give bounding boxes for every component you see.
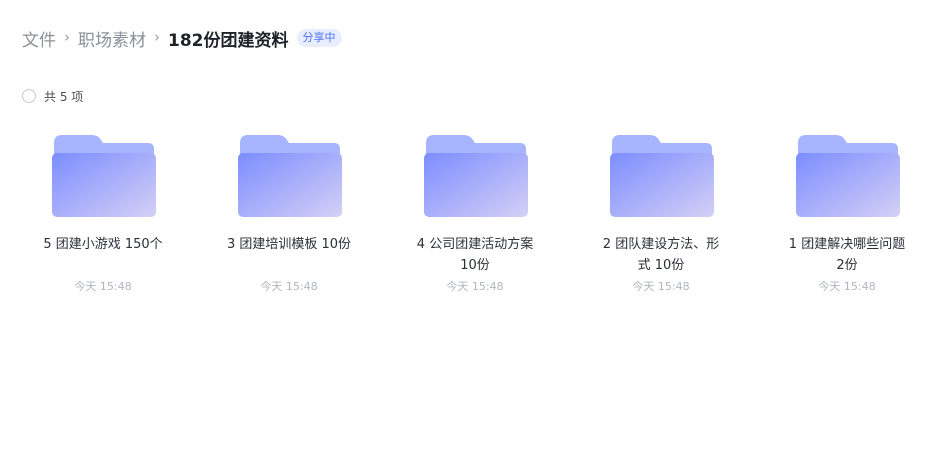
breadcrumb-separator: › (154, 28, 160, 46)
item-count-row: 共 5 项 (22, 87, 83, 105)
folder-icon (238, 133, 342, 219)
folder-name[interactable]: 1 团建解决哪些问题 2份 (784, 234, 910, 276)
folder-modified-time: 今天 15:48 (446, 280, 504, 293)
folder-item[interactable]: 1 团建解决哪些问题 2份 今天 15:48 (754, 132, 940, 302)
breadcrumb: 文件 › 职场素材 › 182份团建资料 分享中 (22, 24, 342, 52)
share-status-badge[interactable]: 分享中 (296, 29, 342, 47)
folder-modified-time: 今天 15:48 (818, 280, 876, 293)
breadcrumb-item-workplace-materials[interactable]: 职场素材 (78, 26, 146, 51)
folder-modified-time: 今天 15:48 (632, 280, 690, 293)
folder-name[interactable]: 3 团建培训模板 10份 (226, 234, 352, 255)
folder-icon (52, 133, 156, 219)
breadcrumb-separator: › (64, 28, 70, 46)
folder-icon (796, 133, 900, 219)
folder-name[interactable]: 4 公司团建活动方案 10份 (412, 234, 538, 276)
select-all-checkbox[interactable] (22, 89, 36, 103)
folder-item[interactable]: 2 团队建设方法、形式 10份 今天 15:48 (568, 132, 754, 302)
folder-name[interactable]: 5 团建小游戏 150个 (40, 234, 166, 255)
item-count: 共 5 项 (44, 89, 84, 104)
folder-modified-time: 今天 15:48 (74, 280, 132, 293)
folder-item[interactable]: 4 公司团建活动方案 10份 今天 15:48 (382, 132, 568, 302)
folder-icon (424, 133, 528, 219)
page-title: 182份团建资料 (168, 30, 289, 51)
folder-modified-time: 今天 15:48 (260, 280, 318, 293)
folder-item[interactable]: 5 团建小游戏 150个 今天 15:48 (10, 132, 196, 302)
breadcrumb-item-files[interactable]: 文件 (22, 26, 56, 51)
folder-icon (610, 133, 714, 219)
folder-item[interactable]: 3 团建培训模板 10份 今天 15:48 (196, 132, 382, 302)
folder-name[interactable]: 2 团队建设方法、形式 10份 (598, 234, 724, 276)
